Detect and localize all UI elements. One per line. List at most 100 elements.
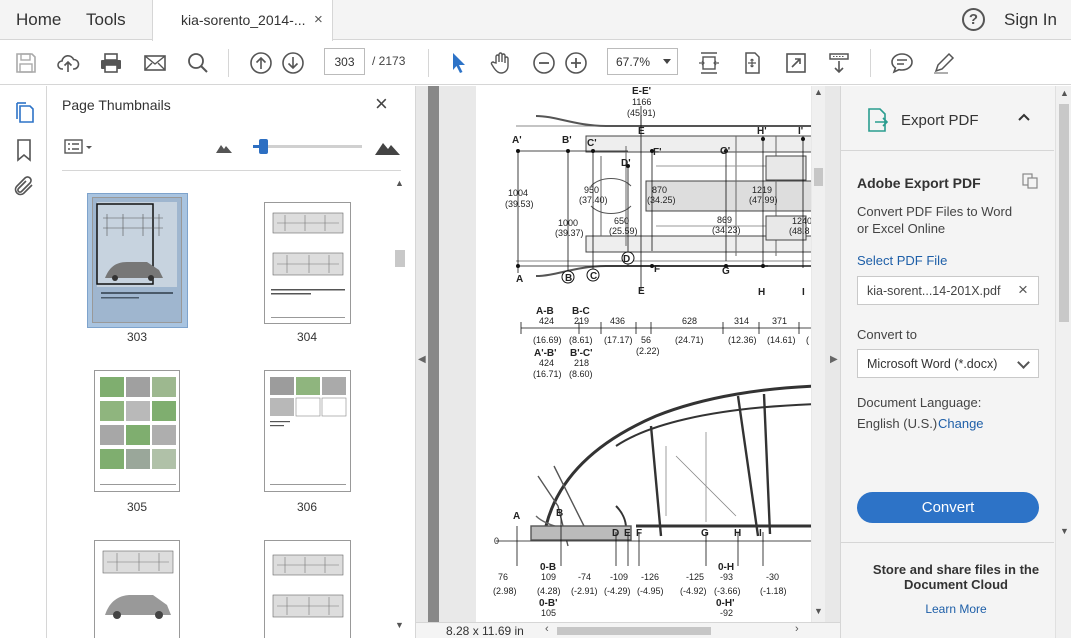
scrollbar-thumb[interactable]: [814, 168, 823, 186]
dim-label: (12.36): [728, 335, 757, 345]
pen-icon[interactable]: [932, 51, 956, 75]
select-pdf-file-link[interactable]: Select PDF File: [857, 253, 947, 268]
dim-label: (: [806, 335, 809, 345]
chevron-up-icon[interactable]: [1017, 110, 1031, 124]
label-h: H: [734, 528, 741, 539]
scrollbar-thumb[interactable]: [557, 627, 711, 635]
rotate-icon[interactable]: [740, 51, 764, 75]
email-icon[interactable]: [143, 51, 167, 75]
attachment-icon[interactable]: [12, 174, 36, 198]
dim-label: (-4.29): [604, 586, 631, 596]
export-header[interactable]: Export PDF: [841, 86, 1054, 151]
export-scrollbar[interactable]: ▲ ▼: [1055, 86, 1071, 638]
zoom-select[interactable]: 67.7%: [607, 48, 678, 75]
export-info-icon[interactable]: [1021, 172, 1039, 190]
scroll-down-icon[interactable]: ▼: [814, 606, 823, 616]
dim-label: 1240: [792, 216, 811, 226]
dim-label: (2.98): [493, 586, 517, 596]
page-gutter: [439, 86, 476, 622]
dim-label: (14.61): [767, 335, 796, 345]
scroll-up-icon[interactable]: ▲: [1060, 88, 1069, 98]
dim-label: 870: [652, 185, 667, 195]
chevron-down-icon: [1017, 356, 1030, 369]
collapse-left-icon[interactable]: ◀: [418, 354, 426, 365]
scroll-up-icon[interactable]: ▲: [814, 87, 823, 97]
convert-to-select[interactable]: Microsoft Word (*.docx): [857, 349, 1039, 378]
scroll-down-icon[interactable]: ▼: [395, 620, 404, 630]
save-icon[interactable]: [14, 51, 38, 75]
change-language-link[interactable]: Change: [938, 416, 984, 431]
side-body-diagram: [530, 384, 811, 547]
document-view[interactable]: ◀ E-E' 1166 (45.91) A' B' C' D' E F' G' …: [416, 86, 840, 638]
label-ee-value: 1166: [632, 97, 651, 107]
dim-label: 56: [641, 335, 651, 345]
dim-label: 314: [734, 316, 749, 326]
dim-label: -125: [686, 572, 704, 582]
zoom-out-icon[interactable]: [532, 51, 556, 75]
dim-label: (8.60): [569, 369, 593, 379]
help-icon[interactable]: ?: [962, 8, 985, 31]
scroll-right-icon[interactable]: ›: [795, 623, 799, 635]
left-navigation-rail: [0, 86, 47, 638]
page-down-icon[interactable]: [281, 51, 305, 75]
thumbnail-options-icon[interactable]: [64, 138, 94, 156]
dim-label: (8.61): [569, 335, 593, 345]
menu-home[interactable]: Home: [16, 10, 61, 30]
small-mountain-icon[interactable]: [216, 141, 232, 153]
scroll-down-icon[interactable]: ▼: [1060, 526, 1069, 536]
pdf-page: E-E' 1166 (45.91) A' B' C' D' E F' G' H'…: [476, 86, 811, 622]
label-d: D: [623, 254, 630, 265]
page-thumbnails-icon[interactable]: [12, 100, 36, 124]
fullscreen-icon[interactable]: [784, 51, 808, 75]
panel-divider: [62, 170, 401, 171]
horizontal-scrollbar[interactable]: ‹ ›: [545, 623, 803, 636]
thumbnail-page[interactable]: [264, 202, 351, 324]
page-number-input[interactable]: [324, 48, 365, 75]
label-a-prime: A': [512, 135, 522, 146]
previous-page-edge: [428, 86, 439, 622]
dim-label: 1219: [752, 185, 772, 195]
comment-icon[interactable]: [890, 51, 914, 75]
thumbnail-page[interactable]: [94, 370, 180, 492]
selected-file-field[interactable]: kia-sorent...14-201X.pdf ×: [857, 276, 1039, 305]
slider-handle[interactable]: [259, 139, 268, 154]
scroll-mode-icon[interactable]: [827, 51, 851, 75]
label-b: B: [565, 273, 572, 284]
print-icon[interactable]: [99, 51, 123, 75]
scroll-up-icon[interactable]: ▲: [395, 178, 404, 188]
collapse-right-icon[interactable]: ▶: [830, 354, 838, 365]
thumbnail-page[interactable]: [264, 370, 351, 492]
hand-icon[interactable]: [489, 51, 513, 75]
language-label: Document Language:: [857, 395, 982, 410]
thumbnail-page[interactable]: [94, 540, 180, 638]
export-divider: [841, 542, 1054, 543]
select-arrow-icon[interactable]: [447, 51, 471, 75]
close-icon[interactable]: ×: [375, 93, 388, 115]
convert-button[interactable]: Convert: [857, 492, 1039, 523]
tab-close-icon[interactable]: ×: [314, 11, 323, 28]
zoom-in-icon[interactable]: [564, 51, 588, 75]
menu-tools[interactable]: Tools: [86, 10, 126, 30]
fit-page-icon[interactable]: [697, 51, 721, 75]
thumbnail-page[interactable]: [264, 540, 351, 638]
toolbar-divider: [428, 49, 429, 77]
thumbnail-label: 305: [126, 500, 148, 514]
search-icon[interactable]: [186, 51, 210, 75]
thumbnail-page[interactable]: [92, 197, 182, 323]
scroll-left-icon[interactable]: ‹: [545, 623, 549, 635]
learn-more-link[interactable]: Learn More: [857, 602, 1055, 616]
document-tab[interactable]: kia-sorento_2014-... ×: [152, 0, 333, 41]
large-mountain-icon[interactable]: [375, 138, 400, 155]
scrollbar-thumb[interactable]: [1059, 104, 1069, 322]
label-f: F: [654, 264, 660, 275]
thumbnails-scrollbar[interactable]: ▲ ▼: [394, 178, 406, 632]
scrollbar-thumb[interactable]: [395, 250, 405, 267]
upload-cloud-icon[interactable]: [56, 51, 80, 75]
page-up-icon[interactable]: [249, 51, 273, 75]
sign-in-link[interactable]: Sign In: [1004, 10, 1057, 30]
bookmark-icon[interactable]: [12, 138, 36, 162]
thumbnail-size-slider[interactable]: [253, 139, 362, 154]
document-scrollbar[interactable]: ▲ ▼: [812, 86, 825, 622]
dim-label: 105: [541, 608, 556, 618]
clear-file-icon[interactable]: ×: [1018, 280, 1028, 300]
